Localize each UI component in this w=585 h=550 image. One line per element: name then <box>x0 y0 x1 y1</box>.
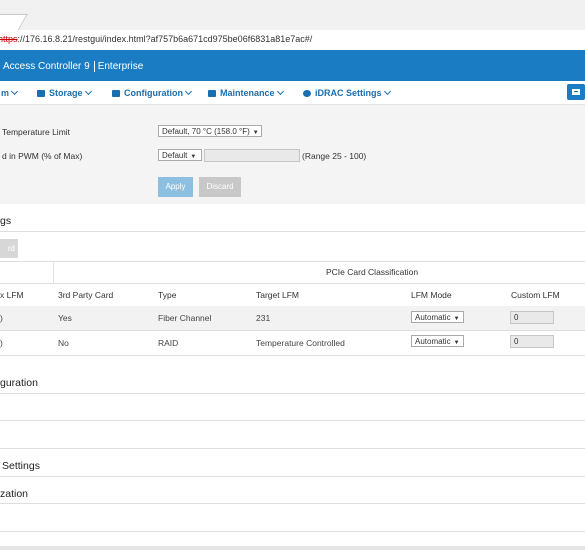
idrac-settings-icon <box>303 90 311 97</box>
menu-icon <box>572 89 580 95</box>
nav-item-idrac-settings[interactable]: iDRAC Settings <box>303 87 391 98</box>
pcie-group-header: PCIe Card Classification <box>326 267 419 277</box>
pwm-label: d in PWM (% of Max) <box>2 151 83 161</box>
product-name: Access Controller 9 <box>3 61 90 72</box>
pwm-range-hint: (Range 25 - 100) <box>302 151 367 161</box>
column-header: 3rd Party Card <box>58 290 114 300</box>
configuration-icon <box>112 90 120 97</box>
url-text[interactable]: https://176.16.8.21/restgui/index.html?a… <box>0 34 312 44</box>
divider <box>0 448 585 449</box>
pwm-select[interactable]: Default ▼ <box>158 149 202 161</box>
cell-lfm: ) <box>0 338 3 348</box>
url-scheme: https <box>0 34 18 44</box>
lfm-mode-select[interactable]: Automatic ▼ <box>411 335 464 347</box>
dropdown-arrow-icon: ▼ <box>252 130 259 136</box>
column-header: LFM Mode <box>411 290 452 300</box>
chevron-down-icon <box>184 87 193 96</box>
virtualization-section-title[interactable]: zation <box>0 488 28 500</box>
nav-item-storage[interactable]: Storage <box>37 87 92 98</box>
lfm-mode-select[interactable]: Automatic ▼ <box>411 311 464 323</box>
discard-button[interactable]: Discard <box>199 177 241 197</box>
app-title: Access Controller 9 Enterprise <box>3 61 143 72</box>
apply-button[interactable]: Apply <box>158 177 193 197</box>
storage-icon <box>37 90 45 97</box>
row-divider <box>0 330 585 331</box>
chevron-down-icon <box>383 87 391 96</box>
pcie-section-title: gs <box>0 215 12 227</box>
cell-third-party: No <box>58 338 69 348</box>
product-edition: Enterprise <box>97 61 144 72</box>
dropdown-arrow-icon: ▼ <box>453 340 460 346</box>
dropdown-arrow-icon: ▼ <box>190 154 197 160</box>
cell-third-party: Yes <box>58 313 72 323</box>
reset-button[interactable]: rd <box>0 239 18 258</box>
chevron-down-icon <box>84 87 92 96</box>
divider <box>0 476 585 477</box>
dropdown-arrow-icon: ▼ <box>453 316 460 322</box>
column-header: Custom LFM <box>511 290 560 300</box>
url-path: ://176.16.8.21/restgui/index.html?af757b… <box>17 34 313 44</box>
divider <box>0 231 585 232</box>
table-header-divider <box>0 283 585 284</box>
column-divider <box>53 261 54 283</box>
chevron-down-icon <box>276 87 284 96</box>
column-header: Target LFM <box>256 290 299 300</box>
temperature-limit-select[interactable]: Default, 70 °C (158.0 °F) ▼ <box>158 125 262 137</box>
temperature-limit-label: Temperature Limit <box>2 127 71 137</box>
nav-item-maintenance[interactable]: Maintenance <box>208 87 284 98</box>
custom-lfm-input[interactable]: 0 <box>510 335 554 348</box>
chevron-down-icon <box>10 87 19 96</box>
nav-item-configuration[interactable]: Configuration <box>112 87 193 98</box>
maintenance-icon <box>208 90 216 97</box>
settings-section-title[interactable]: Settings <box>2 460 40 472</box>
pwm-input[interactable] <box>204 149 300 162</box>
cell-target-lfm: Temperature Controlled <box>256 338 345 348</box>
table-row <box>0 306 585 330</box>
divider <box>0 531 585 532</box>
divider <box>0 503 585 504</box>
nav-item-system[interactable]: m <box>1 87 19 98</box>
column-header: x LFM <box>0 290 24 300</box>
row-divider <box>0 355 585 356</box>
divider <box>0 393 585 394</box>
column-header: Type <box>158 290 177 300</box>
browser-tab-strip <box>0 0 585 31</box>
cell-type: Fiber Channel <box>158 313 212 323</box>
menu-button[interactable] <box>567 84 585 100</box>
cell-type: RAID <box>158 338 179 348</box>
custom-lfm-input[interactable]: 0 <box>510 311 554 324</box>
configuration-section-title[interactable]: guration <box>0 377 38 389</box>
table-top-border <box>0 261 585 262</box>
divider <box>0 420 585 421</box>
cell-lfm: ) <box>0 313 3 323</box>
cell-target-lfm: 231 <box>256 313 271 323</box>
bottom-scrollbar[interactable] <box>0 546 585 550</box>
